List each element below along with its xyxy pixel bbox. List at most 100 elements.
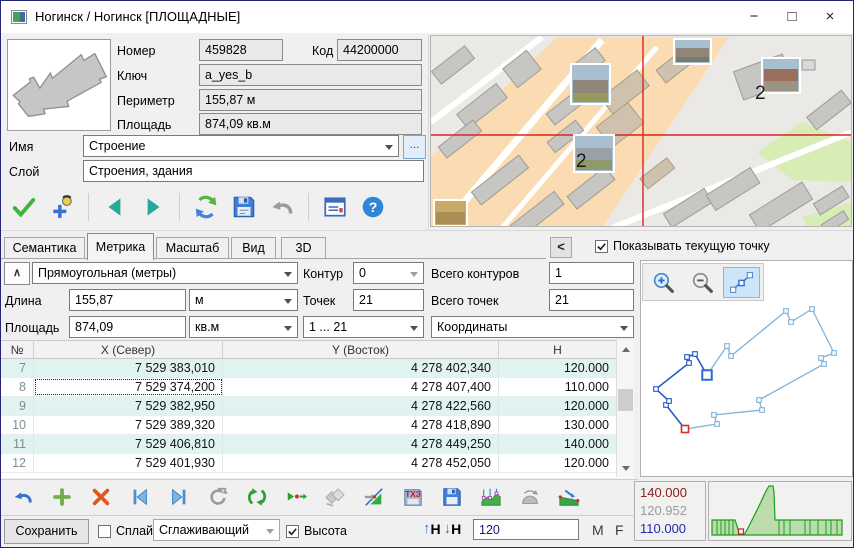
more-button[interactable]: ... [403, 135, 426, 159]
cell-n[interactable]: 7 [1, 359, 34, 377]
tab-vid[interactable]: Вид [231, 237, 276, 259]
arc-mode-button[interactable] [516, 483, 544, 511]
profile-points-button[interactable] [477, 483, 505, 511]
cell-x[interactable]: 7 529 401,930 [34, 454, 223, 472]
f-label[interactable]: F [615, 522, 624, 538]
edit-points-button[interactable] [723, 267, 760, 298]
cell-y[interactable]: 4 278 407,400 [223, 378, 499, 396]
save-button[interactable] [227, 191, 261, 223]
cell-x[interactable]: 7 529 406,810 [34, 435, 223, 453]
vertex-marker[interactable] [784, 309, 789, 314]
area-unit-combobox[interactable]: кв.м [189, 316, 298, 338]
meters-label[interactable]: М [592, 522, 604, 538]
scroll-down-button[interactable] [617, 460, 634, 477]
scroll-up-button[interactable] [617, 340, 634, 357]
rotate-button[interactable] [204, 483, 232, 511]
total-contours-field[interactable]: 1 [549, 262, 634, 284]
undo-gray-button[interactable] [265, 191, 299, 223]
cell-y[interactable]: 4 278 402,340 [223, 359, 499, 377]
chevron-down-icon[interactable] [284, 272, 292, 281]
coordinate-system-combobox[interactable]: Прямоугольная (метры) [32, 262, 298, 284]
maximize-button[interactable]: □ [773, 3, 811, 31]
layer-field[interactable]: Строения, здания [83, 160, 424, 182]
cell-x[interactable]: 7 529 382,950 [34, 397, 223, 415]
add-object-button[interactable] [45, 191, 79, 223]
vertex-marker[interactable] [789, 320, 794, 325]
cell-n[interactable]: 11 [1, 435, 34, 453]
perimetr-field[interactable]: 155,87 м [199, 89, 422, 111]
cell-h[interactable]: 120.000 [499, 454, 616, 472]
cell-y[interactable]: 4 278 422,560 [223, 397, 499, 415]
vertex-marker[interactable] [667, 399, 672, 404]
tab-semantika[interactable]: Семантика [4, 237, 85, 259]
vertex-marker[interactable] [685, 355, 690, 360]
first-point-button[interactable] [126, 483, 154, 511]
spline-checkbox[interactable] [98, 525, 111, 538]
vertex-marker[interactable] [832, 351, 837, 356]
chevron-down-icon[interactable] [284, 299, 292, 308]
chevron-down-icon[interactable] [620, 326, 628, 335]
cell-h[interactable]: 120.000 [499, 397, 616, 415]
chevron-down-icon[interactable] [284, 326, 292, 335]
zoom-in-button[interactable] [645, 267, 682, 298]
cell-y[interactable]: 4 278 449,250 [223, 435, 499, 453]
smoothing-combobox[interactable]: Сглаживающий [153, 519, 280, 541]
add-point-button[interactable] [48, 483, 76, 511]
vertex-marker[interactable] [693, 352, 698, 357]
chevron-down-icon[interactable] [385, 145, 393, 154]
zoom-out-button[interactable] [684, 267, 721, 298]
slope-mode-button[interactable] [555, 483, 583, 511]
save-metric-button[interactable] [438, 483, 466, 511]
height-checkbox[interactable] [286, 525, 299, 538]
name-combobox[interactable]: Строение [83, 135, 399, 157]
measure-button[interactable] [321, 483, 349, 511]
contour-viewer[interactable] [640, 260, 853, 477]
cell-h[interactable]: 140.000 [499, 435, 616, 453]
cut-node-button[interactable] [360, 483, 388, 511]
form-view-button[interactable] [318, 191, 352, 223]
next-object-button[interactable] [136, 191, 170, 223]
vertex-marker[interactable] [715, 422, 720, 427]
show-current-point-checkbox[interactable] [595, 240, 608, 253]
vertex-marker[interactable] [757, 398, 762, 403]
cell-n[interactable]: 8 [1, 378, 34, 396]
help-button[interactable]: ? [356, 191, 390, 223]
arrow-down-icon[interactable]: ↓ [444, 520, 452, 537]
reverse-direction-button[interactable] [243, 483, 271, 511]
close-button[interactable]: × [811, 3, 849, 31]
map-view[interactable]: 2 2 [430, 35, 852, 227]
ploshchad-field[interactable]: 874,09 кв.м [199, 113, 422, 135]
height-up-down-control[interactable]: ↑H ↓H [423, 520, 461, 537]
kontur-spinner[interactable]: 0 [353, 262, 424, 284]
scrollbar-thumb[interactable] [618, 389, 633, 411]
cell-n[interactable]: 10 [1, 416, 34, 434]
undo-button[interactable] [9, 483, 37, 511]
total-points-field[interactable]: 21 [549, 289, 634, 311]
accept-button[interactable] [7, 191, 41, 223]
nomer-field[interactable]: 459828 [199, 39, 283, 61]
vertex-marker[interactable] [819, 356, 824, 361]
vertex-marker[interactable] [810, 307, 815, 312]
vertex-marker[interactable] [712, 413, 717, 418]
tab-metrika[interactable]: Метрика [87, 233, 154, 260]
cell-x[interactable]: 7 529 389,320 [34, 416, 223, 434]
cell-h[interactable]: 120.000 [499, 359, 616, 377]
mode-combobox[interactable]: Координаты [431, 316, 634, 338]
kod-field[interactable]: 44200000 [337, 39, 422, 61]
points-field[interactable]: 21 [353, 289, 424, 311]
prev-object-button[interactable] [98, 191, 132, 223]
vertex-marker[interactable] [654, 387, 659, 392]
last-point-button[interactable] [165, 483, 193, 511]
collapse-metric-button[interactable]: ∧ [4, 262, 30, 285]
height-value-input[interactable]: 120 [473, 519, 579, 540]
arrow-up-icon[interactable]: ↑ [423, 520, 431, 537]
photo-thumbnail[interactable] [674, 39, 711, 64]
vertex-marker[interactable] [760, 408, 765, 413]
vertex-marker[interactable] [687, 361, 692, 366]
klyuch-field[interactable]: a_yes_b [199, 64, 422, 86]
vertex-marker[interactable] [822, 362, 827, 367]
cell-x[interactable]: 7 529 374,200 [34, 378, 223, 396]
length-unit-combobox[interactable]: м [189, 289, 298, 311]
cell-x[interactable]: 7 529 383,010 [34, 359, 223, 377]
insert-point-button[interactable] [282, 483, 310, 511]
